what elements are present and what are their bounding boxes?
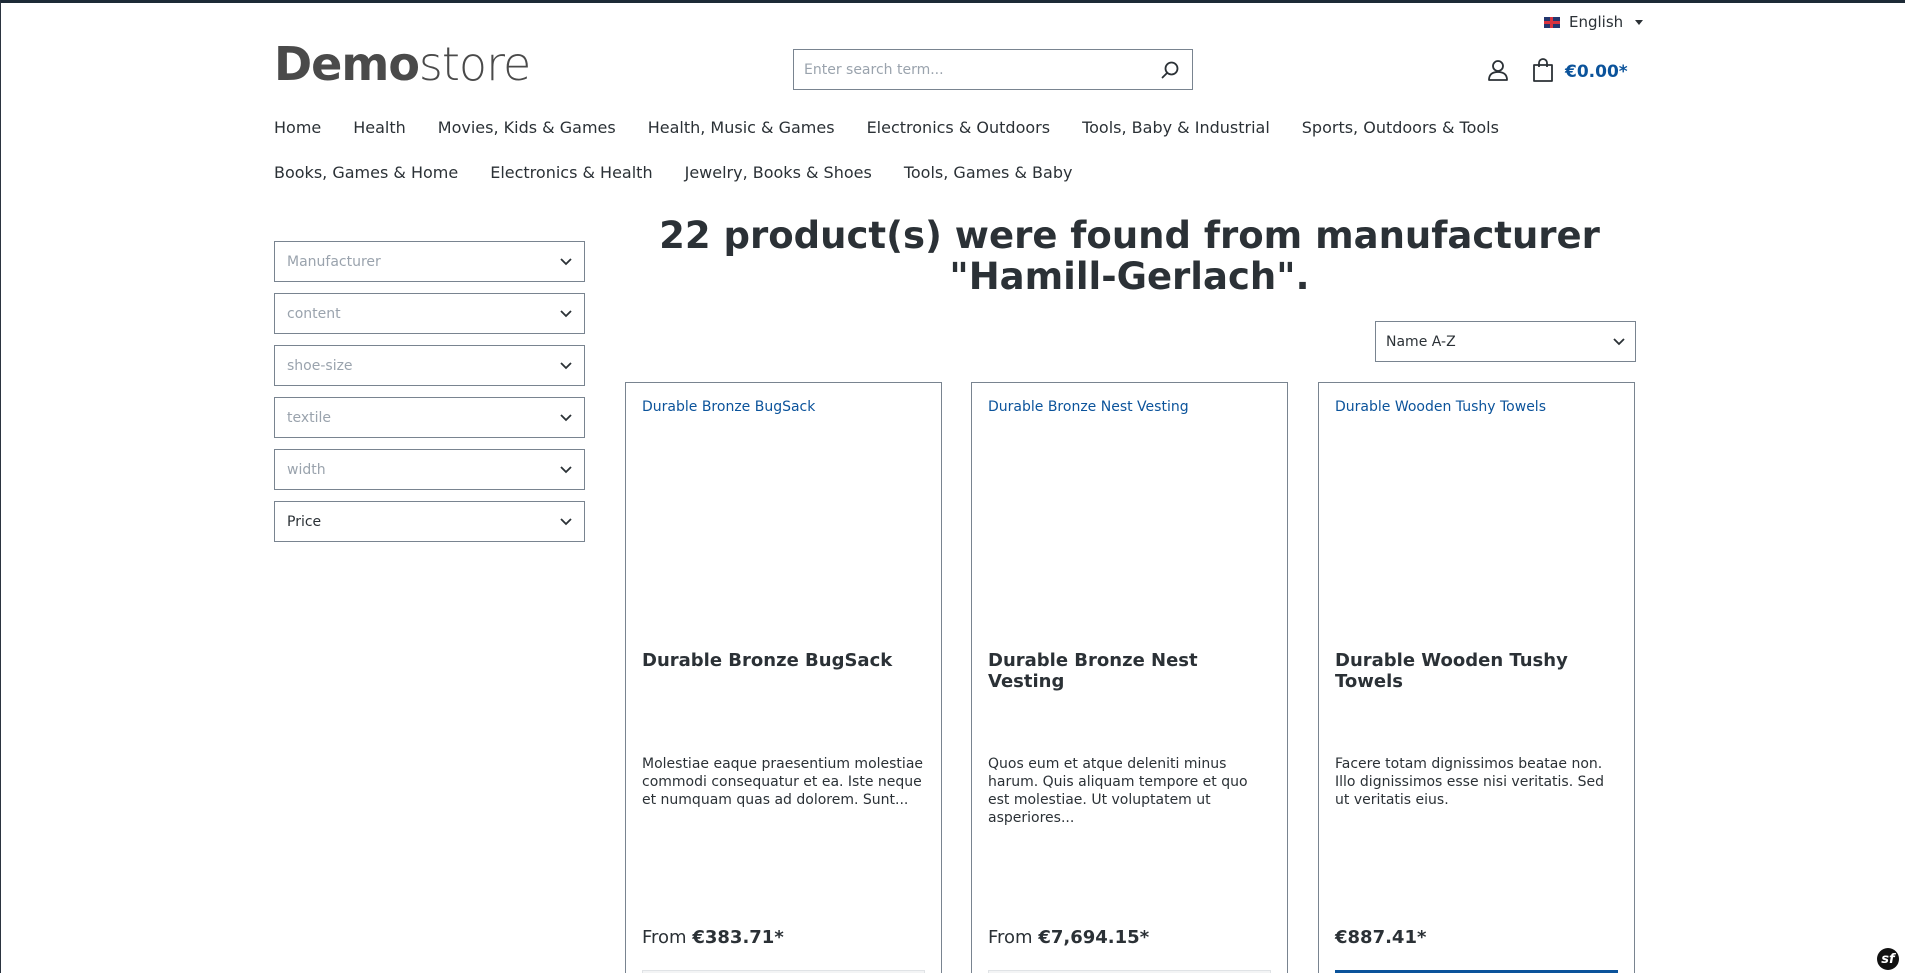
chevron-down-icon xyxy=(560,257,572,265)
price-value: €383.71* xyxy=(692,927,784,948)
nav-item-health[interactable]: Health xyxy=(353,118,406,137)
main-navigation-row-2: Books, Games & Home Electronics & Health… xyxy=(274,163,1674,182)
nav-item-movies-kids-games[interactable]: Movies, Kids & Games xyxy=(438,118,616,137)
nav-item-health-music-games[interactable]: Health, Music & Games xyxy=(648,118,835,137)
chevron-down-icon xyxy=(560,413,572,421)
product-image[interactable]: Durable Bronze Nest Vesting xyxy=(988,399,1271,619)
store-logo[interactable]: Demostore xyxy=(274,41,531,87)
filter-panel: Manufacturer content shoe-size textile w… xyxy=(274,241,585,553)
filter-label: content xyxy=(287,305,341,322)
main-navigation-row-1: Home Health Movies, Kids & Games Health,… xyxy=(274,118,1674,137)
logo-bold-text: Demo xyxy=(274,37,420,91)
language-label: English xyxy=(1569,13,1624,31)
chevron-down-icon xyxy=(560,465,572,473)
price-value: €7,694.15* xyxy=(1038,927,1150,948)
caret-down-icon xyxy=(1635,19,1644,25)
price-prefix: From xyxy=(642,927,687,948)
nav-item-electronics-health[interactable]: Electronics & Health xyxy=(490,163,652,182)
filter-shoe-size[interactable]: shoe-size xyxy=(274,345,585,386)
filter-manufacturer[interactable]: Manufacturer xyxy=(274,241,585,282)
filter-label: textile xyxy=(287,409,332,426)
language-switcher[interactable]: English xyxy=(1544,13,1644,31)
chevron-down-icon xyxy=(560,361,572,369)
nav-item-books-games-home[interactable]: Books, Games & Home xyxy=(274,163,458,182)
logo-light-text: store xyxy=(418,37,531,91)
nav-item-tools-baby-industrial[interactable]: Tools, Baby & Industrial xyxy=(1082,118,1270,137)
filter-label: shoe-size xyxy=(287,357,353,374)
filter-textile[interactable]: textile xyxy=(274,397,585,438)
page-title: 22 product(s) were found from manufactur… xyxy=(659,214,1600,298)
product-image[interactable]: Durable Bronze BugSack xyxy=(642,399,925,619)
filter-price[interactable]: Price xyxy=(274,501,585,542)
filter-label: Price xyxy=(287,513,322,530)
product-description: Molestiae eaque praesentium molestiae co… xyxy=(642,756,924,808)
cart-icon xyxy=(1531,57,1555,87)
product-name[interactable]: Durable Bronze BugSack xyxy=(642,650,925,671)
product-card: Durable Bronze BugSack Durable Bronze Bu… xyxy=(625,382,942,973)
chevron-down-icon xyxy=(1613,337,1625,345)
filter-content[interactable]: content xyxy=(274,293,585,334)
product-card: Durable Wooden Tushy Towels Durable Wood… xyxy=(1318,382,1635,973)
cart-total: €0.00* xyxy=(1565,62,1628,82)
filter-label: Manufacturer xyxy=(287,253,381,270)
price-prefix: From xyxy=(988,927,1033,948)
product-description: Facere totam dignissimos beatae non. Ill… xyxy=(1335,756,1605,808)
search-icon[interactable] xyxy=(1158,58,1182,82)
nav-item-jewelry-books-shoes[interactable]: Jewelry, Books & Shoes xyxy=(685,163,872,182)
chevron-down-icon xyxy=(560,309,572,317)
sort-value: Name A-Z xyxy=(1386,333,1456,350)
search-input[interactable] xyxy=(804,61,1158,78)
symfony-toolbar-icon[interactable]: sf xyxy=(1877,948,1899,970)
nav-item-home[interactable]: Home xyxy=(274,118,321,137)
product-description: Quos eum et atque deleniti minus harum. … xyxy=(988,756,1248,826)
cart-button[interactable]: €0.00* xyxy=(1531,57,1628,87)
uk-flag-icon xyxy=(1544,16,1560,28)
chevron-down-icon xyxy=(560,517,572,525)
product-image[interactable]: Durable Wooden Tushy Towels xyxy=(1335,399,1618,619)
nav-item-electronics-outdoors[interactable]: Electronics & Outdoors xyxy=(867,118,1051,137)
product-price: From €383.71* xyxy=(642,927,784,948)
product-card: Durable Bronze Nest Vesting Durable Bron… xyxy=(971,382,1288,973)
account-icon[interactable] xyxy=(1485,57,1511,83)
product-price: €887.41* xyxy=(1335,927,1426,948)
product-price: From €7,694.15* xyxy=(988,927,1149,948)
product-name[interactable]: Durable Wooden Tushy Towels xyxy=(1335,650,1618,692)
product-name[interactable]: Durable Bronze Nest Vesting xyxy=(988,650,1271,692)
sort-select[interactable]: Name A-Z xyxy=(1375,321,1636,362)
price-value: €887.41* xyxy=(1335,927,1427,948)
search-bar xyxy=(793,49,1193,90)
nav-item-sports-outdoors-tools[interactable]: Sports, Outdoors & Tools xyxy=(1302,118,1499,137)
filter-width[interactable]: width xyxy=(274,449,585,490)
nav-item-tools-games-baby[interactable]: Tools, Games & Baby xyxy=(904,163,1073,182)
filter-label: width xyxy=(287,461,326,478)
